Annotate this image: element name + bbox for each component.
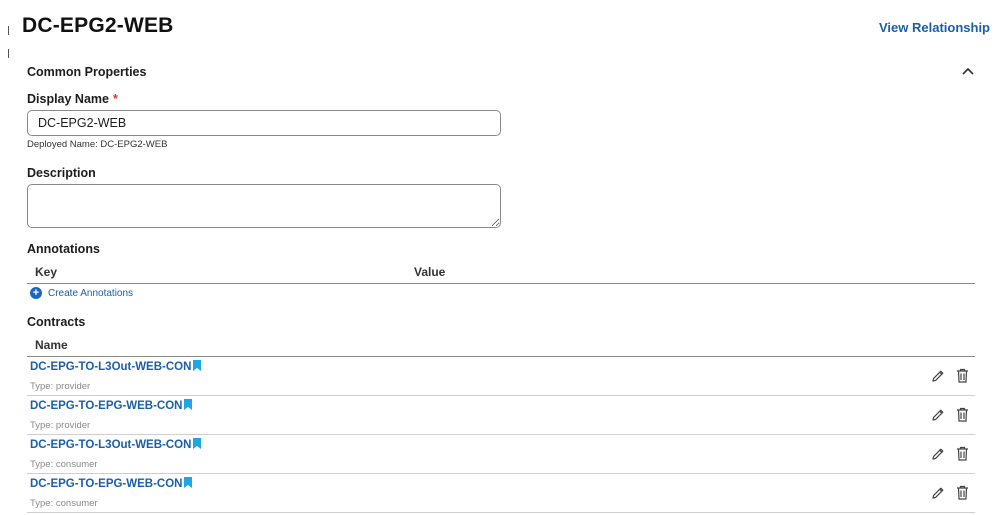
trash-icon[interactable]: [956, 407, 969, 422]
bookmark-icon: [193, 360, 202, 371]
common-properties-heading: Common Properties: [27, 65, 147, 79]
page-title: DC-EPG2-WEB: [22, 14, 174, 37]
pencil-icon[interactable]: [931, 486, 945, 500]
create-annotations-label: Create Annotations: [48, 287, 134, 299]
contract-type: Type: provider: [30, 420, 91, 431]
required-marker: *: [112, 92, 118, 106]
contract-row: DC-EPG-TO-EPG-WEB-CON Type: provider: [27, 396, 975, 435]
pencil-icon[interactable]: [931, 369, 945, 383]
contract-name-link[interactable]: DC-EPG-TO-L3Out-WEB-CON: [30, 438, 202, 451]
trash-icon[interactable]: [956, 485, 969, 500]
contract-name-link[interactable]: DC-EPG-TO-L3Out-WEB-CON: [30, 360, 202, 373]
display-name-label: Display Name *: [27, 92, 118, 106]
contract-type: Type: consumer: [30, 459, 98, 470]
create-annotations-button[interactable]: + Create Annotations: [30, 287, 133, 299]
contract-name-link[interactable]: DC-EPG-TO-EPG-WEB-CON: [30, 399, 193, 412]
contract-name-text: DC-EPG-TO-L3Out-WEB-CON: [30, 439, 192, 451]
chevron-up-icon[interactable]: [960, 64, 976, 78]
trash-icon[interactable]: [956, 446, 969, 461]
bookmark-icon: [184, 399, 193, 410]
annotations-heading: Annotations: [27, 242, 100, 256]
description-label: Description: [27, 166, 96, 180]
bookmark-icon: [193, 438, 202, 449]
bookmark-icon: [184, 477, 193, 488]
display-name-input[interactable]: [27, 110, 501, 136]
view-relationship-link[interactable]: View Relationship: [879, 20, 990, 35]
contract-row: DC-EPG-TO-L3Out-WEB-CON Type: provider: [27, 357, 975, 396]
row-divider: [27, 512, 975, 513]
contracts-name-header: Name: [35, 338, 68, 352]
description-textarea[interactable]: [27, 184, 501, 228]
contract-name-text: DC-EPG-TO-EPG-WEB-CON: [30, 478, 183, 490]
pencil-icon[interactable]: [931, 408, 945, 422]
window-edge-marks: [8, 26, 10, 72]
plus-circle-icon: +: [30, 287, 42, 299]
contract-name-text: DC-EPG-TO-L3Out-WEB-CON: [30, 361, 192, 373]
annotations-key-header: Key: [35, 265, 58, 279]
annotations-header-rule: [27, 283, 975, 284]
contract-row: DC-EPG-TO-EPG-WEB-CON Type: consumer: [27, 474, 975, 513]
trash-icon[interactable]: [956, 368, 969, 383]
contract-name-text: DC-EPG-TO-EPG-WEB-CON: [30, 400, 183, 412]
contract-row: DC-EPG-TO-L3Out-WEB-CON Type: consumer: [27, 435, 975, 474]
contract-name-link[interactable]: DC-EPG-TO-EPG-WEB-CON: [30, 477, 193, 490]
pencil-icon[interactable]: [931, 447, 945, 461]
contract-type: Type: provider: [30, 381, 91, 392]
contract-type: Type: consumer: [30, 498, 98, 509]
deployed-name-helper: Deployed Name: DC-EPG2-WEB: [27, 139, 168, 150]
display-name-label-text: Display Name: [27, 92, 109, 106]
contracts-heading: Contracts: [27, 315, 86, 329]
annotations-value-header: Value: [414, 265, 446, 279]
